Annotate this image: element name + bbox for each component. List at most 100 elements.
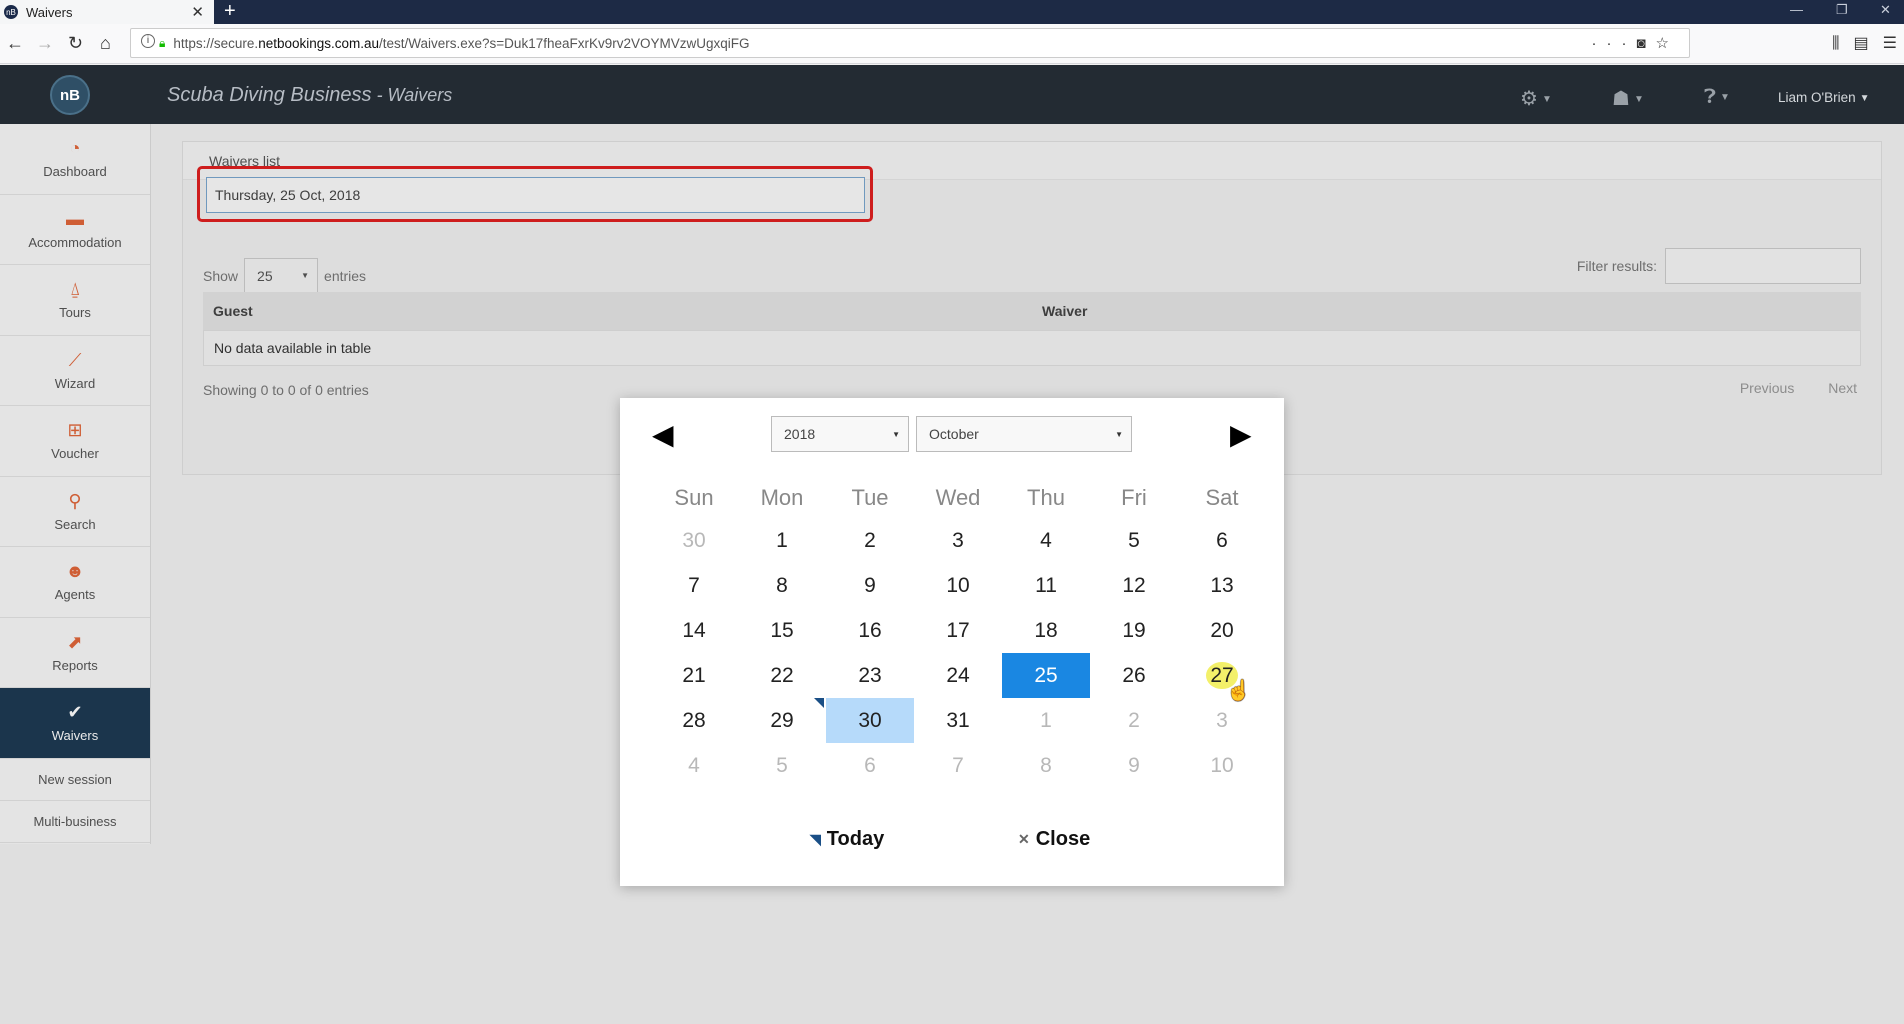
pointer-hand-icon: ☝ — [1226, 680, 1251, 702]
menu-icon[interactable]: ☰ — [1883, 35, 1897, 52]
forward-icon[interactable]: → — [36, 33, 54, 54]
help-icon[interactable]: ❓︎ ▼ — [1704, 86, 1730, 109]
settings-gear-icon[interactable]: ⚙ ▼ — [1520, 86, 1552, 111]
calendar-day[interactable]: 8 — [1002, 743, 1090, 788]
calendar-day[interactable]: 6 — [826, 743, 914, 788]
close-icon: ✕ — [1018, 831, 1030, 847]
page-actions: ···◙☆ — [1591, 34, 1679, 52]
browser-tab-bar: nB Waivers ✕ + — ❐ ✕ — [0, 0, 1904, 24]
calendar-week: 4 5 6 7 8 9 10 — [650, 743, 1266, 788]
logo[interactable]: nB — [50, 75, 90, 115]
browser-tab[interactable]: nB Waivers ✕ — [0, 0, 214, 24]
sidebar-toggle-icon[interactable]: ▤ — [1854, 35, 1869, 52]
calendar-day[interactable]: 23 — [826, 653, 914, 698]
year-value: 2018 — [784, 426, 816, 442]
calendar-day[interactable]: 2 — [1090, 698, 1178, 743]
calendar-day[interactable]: 28 — [650, 698, 738, 743]
calendar-day[interactable]: 20 — [1178, 608, 1266, 653]
calendar-day[interactable]: 4 — [650, 743, 738, 788]
today-button[interactable]: ◥ Today — [810, 828, 884, 851]
weekday-label: Thu — [1027, 485, 1065, 510]
calendar-day-today[interactable]: 30 — [814, 698, 914, 743]
user-agent-icon[interactable]: ☗ ▼ — [1612, 86, 1644, 111]
calendar-day[interactable]: 1 — [738, 518, 826, 563]
calendar-day[interactable]: 24 — [914, 653, 1002, 698]
bookmark-star-icon[interactable]: ☆ — [1656, 35, 1679, 52]
calendar-day-hovered[interactable]: 27 — [1178, 653, 1266, 698]
year-select[interactable]: 2018 ▼ — [771, 416, 909, 452]
user-name: Liam O'Brien — [1778, 90, 1856, 105]
calendar-week: 7 8 9 10 11 12 13 — [650, 563, 1266, 608]
minimize-icon[interactable]: — — [1790, 2, 1803, 17]
url-path: /test/Waivers.exe?s=Duk17fheaFxrKv9rv2VO… — [379, 35, 750, 51]
calendar-day[interactable]: 8 — [738, 563, 826, 608]
calendar-day[interactable]: 11 — [1002, 563, 1090, 608]
calendar-day[interactable]: 14 — [650, 608, 738, 653]
calendar-day[interactable]: 2 — [826, 518, 914, 563]
restore-icon[interactable]: ❐ — [1836, 2, 1848, 18]
month-select[interactable]: October ▼ — [916, 416, 1132, 452]
calendar-day[interactable]: 31 — [914, 698, 1002, 743]
library-icon[interactable]: ⫼ — [1832, 35, 1839, 52]
calendar-day[interactable]: 29 — [738, 698, 826, 743]
calendar-week: 30 1 2 3 4 5 6 — [650, 518, 1266, 563]
calendar-day[interactable]: 9 — [1090, 743, 1178, 788]
weekday-label: Sat — [1205, 485, 1239, 510]
calendar-day[interactable]: 12 — [1090, 563, 1178, 608]
home-icon[interactable]: ⌂ — [100, 33, 111, 54]
calendar-day[interactable]: 16 — [826, 608, 914, 653]
reload-icon[interactable]: ↻ — [68, 33, 83, 54]
calendar-day[interactable]: 5 — [1090, 518, 1178, 563]
page-subtitle: - Waivers — [371, 85, 453, 105]
calendar-day[interactable]: 9 — [826, 563, 914, 608]
new-tab-icon[interactable]: + — [224, 0, 236, 22]
calendar-week: 21 22 23 24 25 26 27 — [650, 653, 1266, 698]
info-icon[interactable]: i — [141, 34, 155, 48]
calendar-day[interactable]: 13 — [1178, 563, 1266, 608]
browser-nav-bar: ← → ↻ ⌂ i 🔒︎ https://secure. netbookings.… — [0, 24, 1904, 64]
calendar-day[interactable]: 21 — [650, 653, 738, 698]
calendar-day[interactable]: 5 — [738, 743, 826, 788]
weekday-label: Tue — [851, 485, 889, 510]
calendar-day[interactable]: 3 — [1178, 698, 1266, 743]
calendar-day[interactable]: 18 — [1002, 608, 1090, 653]
today-corner-icon: ◥ — [810, 831, 821, 847]
lock-icon: 🔒︎ — [159, 35, 166, 50]
weekday-label: Wed — [935, 485, 981, 510]
calendar-day[interactable]: 10 — [1178, 743, 1266, 788]
close-button[interactable]: ✕ Close — [1018, 828, 1090, 851]
calendar-day[interactable]: 4 — [1002, 518, 1090, 563]
calendar-day[interactable]: 7 — [650, 563, 738, 608]
prev-month-icon[interactable]: ◀ — [652, 418, 674, 451]
calendar-day[interactable]: 15 — [738, 608, 826, 653]
today-label: Today — [826, 828, 885, 850]
calendar-day[interactable]: 7 — [914, 743, 1002, 788]
calendar-day[interactable]: 17 — [914, 608, 1002, 653]
app-header: nB Scuba Diving Business - Waivers ⚙ ▼ ☗ ▼… — [0, 65, 1904, 124]
calendar-day[interactable]: 6 — [1178, 518, 1266, 563]
calendar-day[interactable]: 22 — [738, 653, 826, 698]
weekday-label: Mon — [760, 485, 804, 510]
user-menu[interactable]: Liam O'Brien ▼ — [1778, 90, 1870, 105]
calendar-week: 14 15 16 17 18 19 20 — [650, 608, 1266, 653]
calendar-day[interactable]: 26 — [1090, 653, 1178, 698]
calendar-day[interactable]: 19 — [1090, 608, 1178, 653]
window-close-icon[interactable]: ✕ — [1880, 2, 1891, 18]
url-bar[interactable]: i 🔒︎ https://secure. netbookings.com.au/t… — [130, 28, 1690, 58]
next-month-icon[interactable]: ▶ — [1230, 418, 1252, 451]
calendar-day-selected[interactable]: 25 — [1002, 653, 1090, 698]
more-icon[interactable]: ··· — [1591, 35, 1636, 52]
calendar-day[interactable]: 10 — [914, 563, 1002, 608]
url-prefix: https://secure. — [173, 35, 259, 51]
date-picker: ◀ 2018 ▼ October ▼ ▶ Sun Mon Tue Wed Thu F… — [620, 398, 1284, 886]
tab-title: Waivers — [26, 4, 73, 20]
toolbar-icons: ⫼ ▤ ☰ — [1825, 33, 1904, 53]
back-icon[interactable]: ← — [6, 33, 24, 54]
calendar-day[interactable]: 30 — [650, 518, 738, 563]
calendar-day[interactable]: 3 — [914, 518, 1002, 563]
pocket-icon[interactable]: ◙ — [1636, 35, 1655, 52]
calendar-day[interactable]: 1 — [1002, 698, 1090, 743]
close-tab-icon[interactable]: ✕ — [191, 3, 204, 21]
weekday-label: Sun — [674, 485, 714, 510]
month-value: October — [929, 426, 979, 442]
